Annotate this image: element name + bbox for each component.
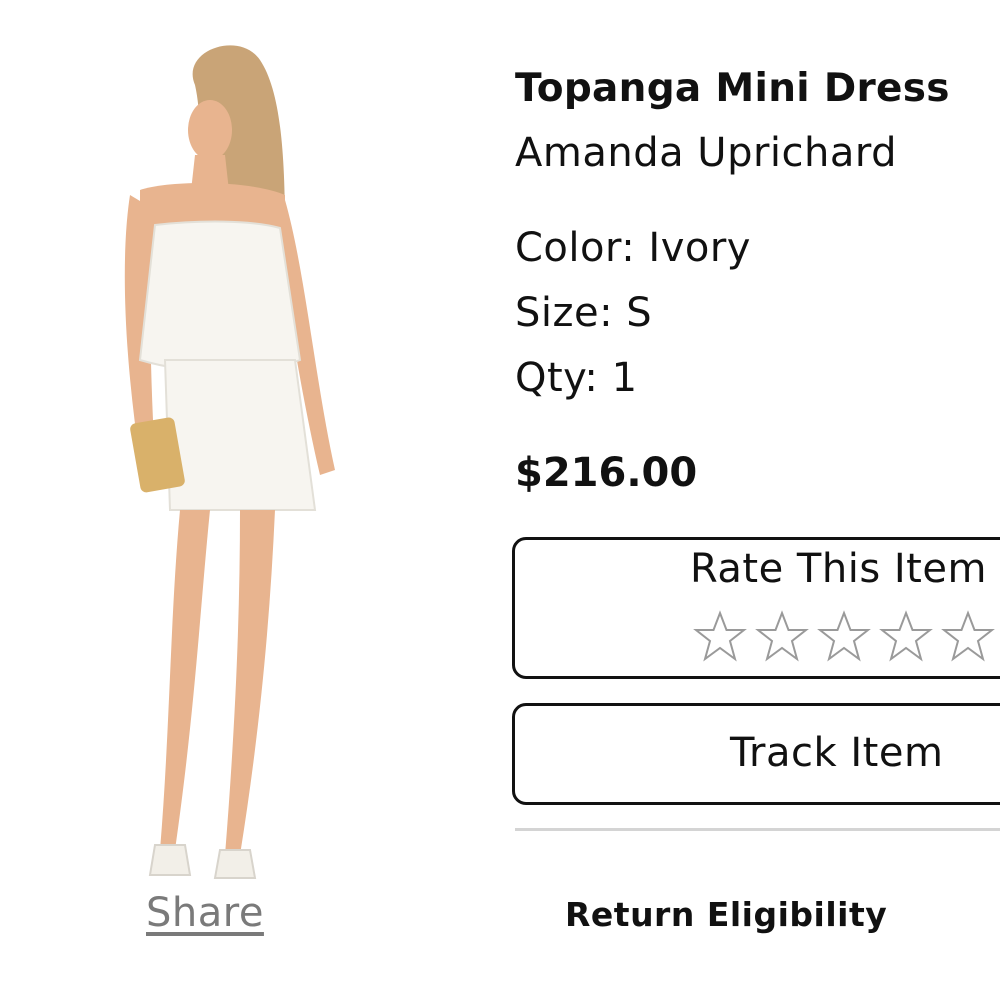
star-5-icon[interactable] [941,610,995,664]
star-1-icon[interactable] [693,610,747,664]
track-item-label: Track Item [730,730,944,776]
order-item-detail: Share Topanga Mini Dress Amanda Uprichar… [0,0,1000,1000]
divider [515,828,1000,831]
rate-item-title: Rate This Item [690,546,987,592]
star-3-icon[interactable] [817,610,871,664]
size-attribute: Size: S [515,290,653,336]
product-name: Topanga Mini Dress [515,66,950,111]
price: $216.00 [515,450,698,496]
product-image[interactable] [100,30,400,890]
product-photo-icon [124,45,335,879]
share-link[interactable]: Share [146,890,264,936]
star-4-icon[interactable] [879,610,933,664]
brand-name: Amanda Uprichard [515,130,898,176]
quantity-attribute: Qty: 1 [515,355,638,401]
rate-item-panel: Rate This Item [512,537,1000,679]
star-2-icon[interactable] [755,610,809,664]
product-details: Topanga Mini Dress Amanda Uprichard Colo… [512,0,1000,1000]
star-rating [693,610,995,664]
track-item-button[interactable]: Track Item [512,703,1000,805]
return-eligibility-link[interactable]: Return Eligibility [565,895,887,934]
color-attribute: Color: Ivory [515,225,751,271]
